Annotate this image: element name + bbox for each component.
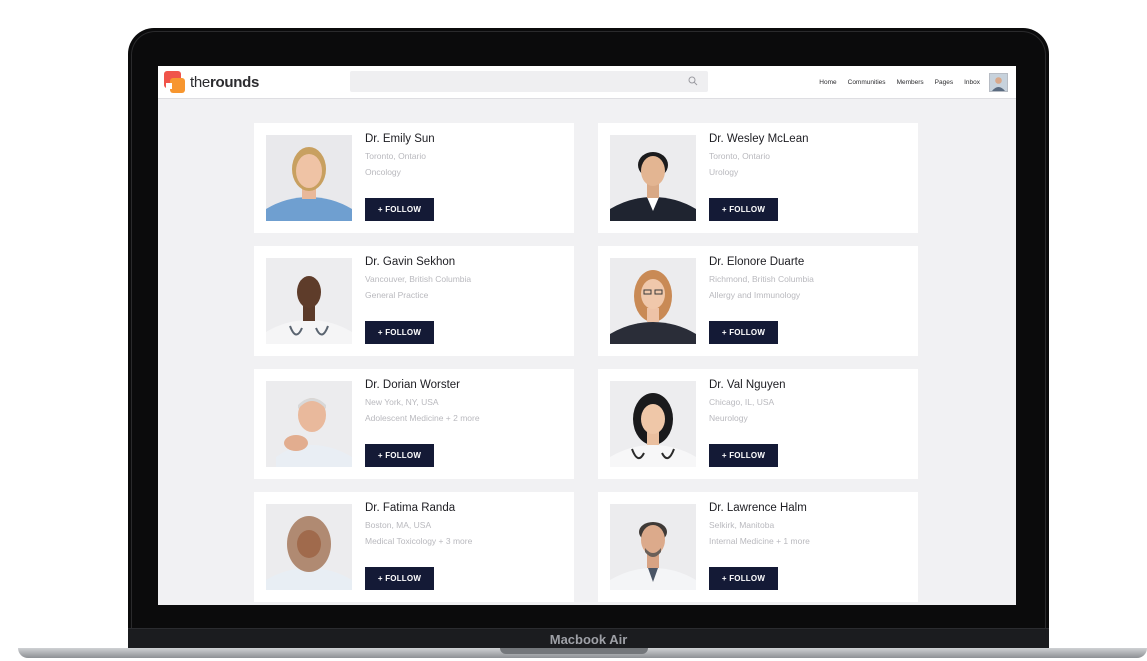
nav-members[interactable]: Members [897, 79, 924, 86]
doctor-name[interactable]: Dr. Emily Sun [365, 133, 435, 145]
doctor-location: New York, NY, USA [365, 397, 439, 407]
laptop-screen: therounds Home Communities Members Pages… [158, 66, 1016, 605]
doctor-specialty: Medical Toxicology + 3 more [365, 536, 473, 546]
member-card: Dr. Fatima Randa Boston, MA, USA Medical… [254, 492, 574, 602]
follow-button[interactable]: + FOLLOW [365, 567, 434, 590]
doctor-location: Richmond, British Columbia [709, 274, 814, 284]
doctor-location: Selkirk, Manitoba [709, 520, 775, 530]
therounds-logo[interactable]: therounds [164, 70, 259, 94]
follow-button[interactable]: + FOLLOW [365, 198, 434, 221]
doctor-specialty: General Practice [365, 290, 429, 300]
doctor-photo[interactable] [266, 258, 352, 344]
member-card: Dr. Dorian Worster New York, NY, USA Ado… [254, 369, 574, 479]
follow-button[interactable]: + FOLLOW [709, 198, 778, 221]
top-nav-bar: therounds Home Communities Members Pages… [158, 66, 1016, 99]
search-icon[interactable] [688, 76, 698, 86]
search-bar [350, 71, 708, 92]
doctor-specialty: Adolescent Medicine + 2 more [365, 413, 480, 423]
nav-pages[interactable]: Pages [935, 79, 953, 86]
member-card: Dr. Gavin Sekhon Vancouver, British Colu… [254, 246, 574, 356]
follow-button[interactable]: + FOLLOW [709, 321, 778, 344]
doctor-photo[interactable] [266, 504, 352, 590]
member-card: Dr. Emily Sun Toronto, Ontario Oncology … [254, 123, 574, 233]
doctor-photo[interactable] [610, 135, 696, 221]
doctor-location: Toronto, Ontario [709, 151, 770, 161]
logo-text-bold: rounds [209, 73, 259, 91]
follow-button[interactable]: + FOLLOW [709, 444, 778, 467]
nav-home[interactable]: Home [819, 79, 836, 86]
main-nav: Home Communities Members Pages Inbox [808, 66, 980, 98]
user-avatar[interactable] [989, 73, 1008, 92]
user-avatar-icon [990, 74, 1007, 91]
doctor-photo[interactable] [266, 135, 352, 221]
doctor-location: Vancouver, British Columbia [365, 274, 472, 284]
nav-inbox[interactable]: Inbox [964, 79, 980, 86]
doctor-specialty: Internal Medicine + 1 more [709, 536, 810, 546]
logo-text-prefix: the [190, 73, 210, 91]
follow-button[interactable]: + FOLLOW [709, 567, 778, 590]
search-input[interactable] [350, 71, 686, 92]
nav-communities[interactable]: Communities [848, 79, 886, 86]
doctor-photo[interactable] [266, 381, 352, 467]
follow-button[interactable]: + FOLLOW [365, 321, 434, 344]
doctor-name[interactable]: Dr. Dorian Worster [365, 379, 460, 391]
doctor-location: Chicago, IL, USA [709, 397, 775, 407]
doctor-photo[interactable] [610, 381, 696, 467]
doctor-name[interactable]: Dr. Wesley McLean [709, 133, 809, 145]
doctor-name[interactable]: Dr. Lawrence Halm [709, 502, 807, 514]
member-card: Dr. Lawrence Halm Selkirk, Manitoba Inte… [598, 492, 918, 602]
doctor-photo[interactable] [610, 258, 696, 344]
member-card: Dr. Elonore Duarte Richmond, British Col… [598, 246, 918, 356]
doctor-location: Boston, MA, USA [365, 520, 432, 530]
doctor-specialty: Neurology [709, 413, 748, 423]
follow-button[interactable]: + FOLLOW [365, 444, 434, 467]
doctor-photo[interactable] [610, 504, 696, 590]
doctor-name[interactable]: Dr. Fatima Randa [365, 502, 455, 514]
logo-text: therounds [190, 74, 259, 91]
member-card: Dr. Val Nguyen Chicago, IL, USA Neurolog… [598, 369, 918, 479]
laptop-base-notch [500, 648, 648, 654]
doctor-name[interactable]: Dr. Val Nguyen [709, 379, 786, 391]
doctor-specialty: Urology [709, 167, 739, 177]
doctor-name[interactable]: Dr. Elonore Duarte [709, 256, 804, 268]
member-card: Dr. Wesley McLean Toronto, Ontario Urolo… [598, 123, 918, 233]
logo-mark-icon [164, 71, 186, 93]
doctor-location: Toronto, Ontario [365, 151, 426, 161]
doctor-specialty: Allergy and Immunology [709, 290, 801, 300]
doctor-name[interactable]: Dr. Gavin Sekhon [365, 256, 455, 268]
doctor-specialty: Oncology [365, 167, 401, 177]
